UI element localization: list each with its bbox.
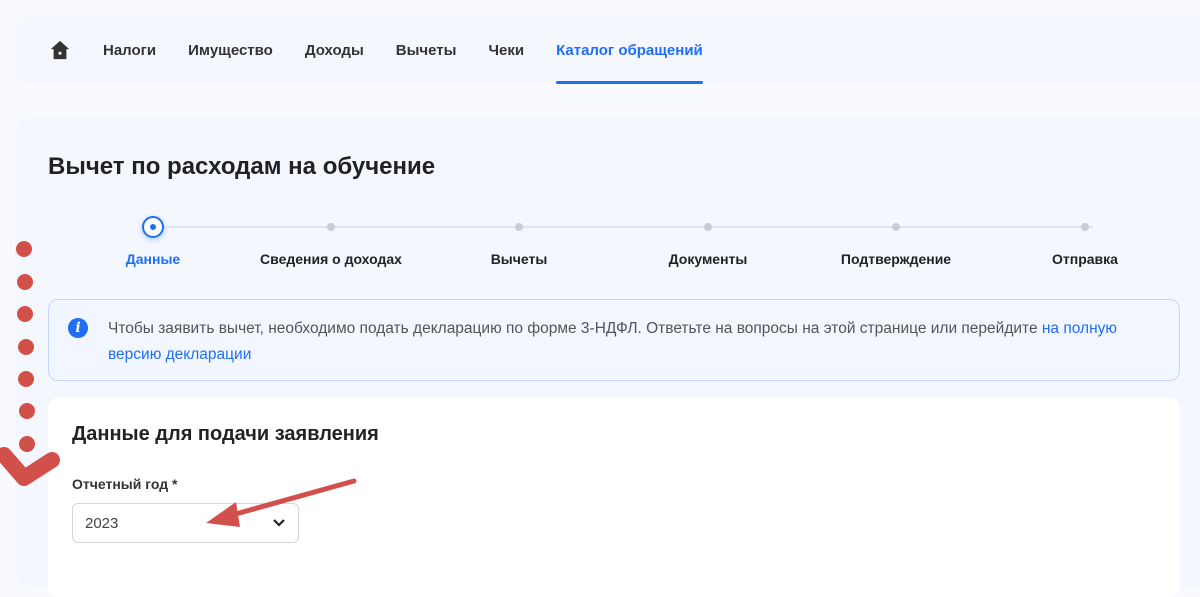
step-deductions[interactable]: Вычеты — [429, 217, 609, 267]
step-label: Отправка — [1052, 251, 1118, 267]
form-card: Данные для подачи заявления Отчетный год… — [48, 397, 1180, 597]
info-banner: i Чтобы заявить вычет, необходимо подать… — [48, 299, 1180, 381]
step-confirm[interactable]: Подтверждение — [806, 217, 986, 267]
step-send[interactable]: Отправка — [995, 217, 1175, 267]
nav-property[interactable]: Имущество — [188, 16, 273, 84]
chevron-down-icon — [273, 519, 285, 527]
step-dot — [1081, 223, 1089, 231]
home-icon[interactable] — [49, 39, 71, 61]
year-value: 2023 — [85, 514, 119, 532]
step-income[interactable]: Сведения о доходах — [241, 217, 421, 267]
step-dot — [704, 223, 712, 231]
nav-income[interactable]: Доходы — [305, 16, 364, 84]
step-label: Данные — [125, 251, 181, 267]
step-documents[interactable]: Документы — [618, 217, 798, 267]
info-text: Чтобы заявить вычет, необходимо подать д… — [108, 320, 1042, 337]
step-current-dot — [142, 216, 164, 238]
nav-catalog[interactable]: Каталог обращений — [556, 16, 703, 84]
page-title: Вычет по расходам на обучение — [48, 153, 436, 180]
form-title: Данные для подачи заявления — [72, 423, 379, 445]
step-data[interactable]: Данные — [63, 216, 243, 267]
info-icon: i — [68, 318, 88, 338]
year-select[interactable]: 2023 — [72, 503, 299, 543]
step-label: Подтверждение — [840, 251, 952, 267]
nav-deductions[interactable]: Вычеты — [396, 16, 457, 84]
main-panel: Вычет по расходам на обучение Данные Све… — [15, 117, 1200, 597]
top-nav: Налоги Имущество Доходы Вычеты Чеки Ката… — [15, 16, 1200, 84]
nav-receipts[interactable]: Чеки — [488, 16, 524, 84]
step-dot — [515, 223, 523, 231]
step-label: Сведения о доходах — [260, 251, 402, 267]
step-dot — [327, 223, 335, 231]
step-label: Вычеты — [490, 251, 548, 267]
step-label: Документы — [668, 251, 748, 267]
year-label: Отчетный год * — [72, 476, 178, 492]
step-dot — [892, 223, 900, 231]
stepper: Данные Сведения о доходах Вычеты Докумен… — [15, 216, 1200, 277]
nav-taxes[interactable]: Налоги — [103, 16, 156, 84]
